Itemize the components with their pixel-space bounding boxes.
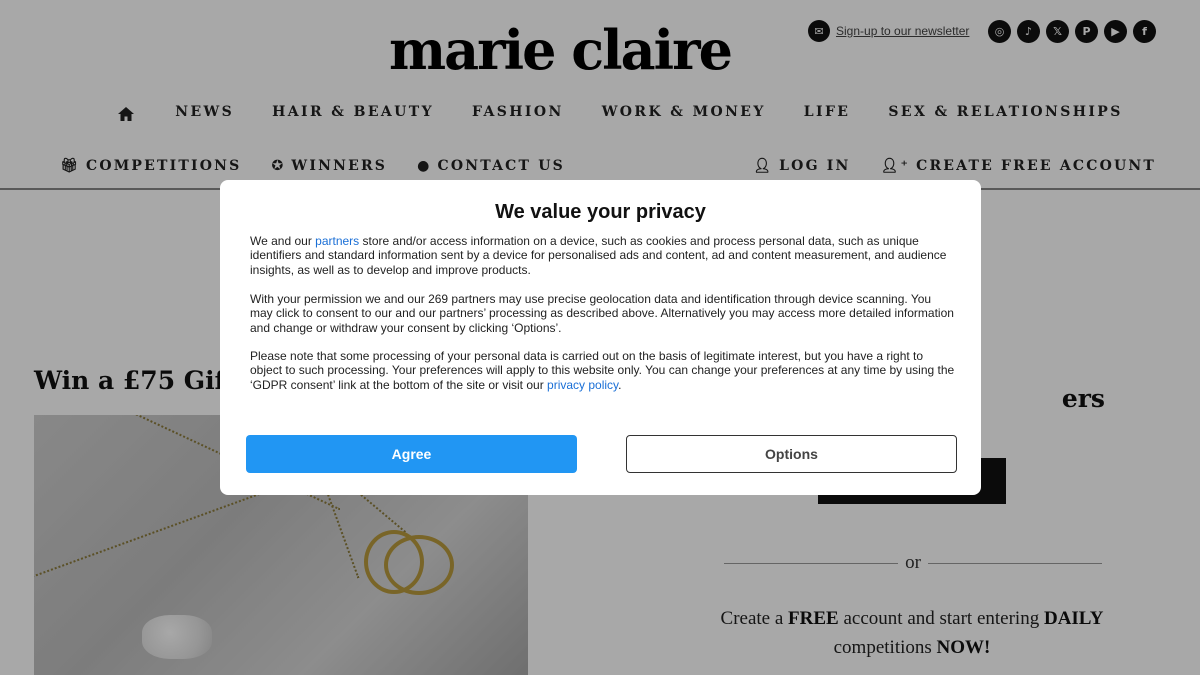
privacy-consent-dialog: We value your privacy We and our partner… xyxy=(220,180,981,495)
consent-paragraph-1: We and our partners store and/or access … xyxy=(250,234,947,277)
partners-link[interactable]: partners xyxy=(315,234,359,248)
consent-paragraph-2: With your permission we and our 269 part… xyxy=(250,292,954,335)
consent-paragraph-3: Please note that some processing of your… xyxy=(250,349,955,392)
privacy-policy-link[interactable]: privacy policy xyxy=(547,378,618,392)
agree-button[interactable]: Agree xyxy=(246,435,577,473)
options-button[interactable]: Options xyxy=(626,435,957,473)
dialog-title: We value your privacy xyxy=(495,201,706,223)
